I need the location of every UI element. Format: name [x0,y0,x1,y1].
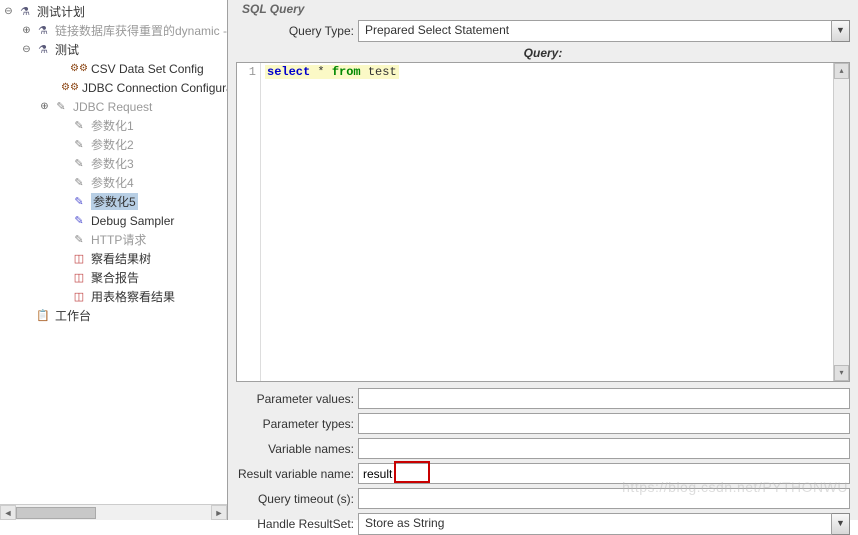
h-scrollbar[interactable]: ◄ ► [0,504,227,520]
toggle-icon[interactable]: ⊕ [40,102,49,111]
tree-label: 测试计划 [37,3,85,20]
query-timeout-label: Query timeout (s): [236,492,358,506]
sql-keyword: from [332,65,361,79]
chevron-down-icon[interactable]: ▼ [832,513,850,535]
tree-item-debug[interactable]: ✎ Debug Sampler [0,211,227,230]
tree-item-param5[interactable]: ✎ 参数化5 [0,192,227,211]
sql-keyword: select [267,65,310,79]
tree-root[interactable]: ⊖ ⚗ 测试计划 [0,2,227,21]
tree-item-table-results[interactable]: ◫ 用表格察看结果 [0,287,227,306]
query-label: Query: [236,46,850,60]
tree-item-jdbc-conn[interactable]: ⚙⚙ JDBC Connection Configurati [0,78,227,97]
tree-label: CSV Data Set Config [91,62,204,76]
tree-item-csv[interactable]: ⚙⚙ CSV Data Set Config [0,59,227,78]
dropdown-value: Prepared Select Statement [358,20,832,42]
line-gutter: 1 [237,63,261,381]
v-scrollbar[interactable]: ▴ ▾ [833,63,849,381]
tree-label: JDBC Request [73,100,152,114]
config-icon: ⚙⚙ [71,61,87,77]
tree-label: HTTP请求 [91,231,146,248]
scroll-up-icon[interactable]: ▴ [834,63,849,79]
scroll-right-icon[interactable]: ► [211,505,227,520]
query-timeout-input[interactable] [358,488,850,509]
listener-icon: ◫ [71,251,87,267]
tree-label: 参数化4 [91,174,134,191]
tree-item-param3[interactable]: ✎ 参数化3 [0,154,227,173]
scroll-track[interactable] [834,79,849,365]
tree-label: 参数化5 [91,193,138,210]
tree-item-aggregate[interactable]: ◫ 聚合报告 [0,268,227,287]
tree-label: 链接数据库获得重置的dynamic - [55,22,227,39]
sampler-icon: ✎ [71,213,87,229]
query-type-dropdown[interactable]: Prepared Select Statement ▼ [358,20,850,42]
tree-label: 察看结果树 [91,250,151,267]
content-panel: SQL Query Query Type: Prepared Select St… [228,0,858,520]
sql-editor[interactable]: 1 select * from test ▴ ▾ [236,62,850,382]
sampler-icon: ✎ [71,118,87,134]
variable-names-label: Variable names: [236,442,358,456]
sampler-icon: ✎ [71,232,87,248]
sampler-icon: ✎ [53,99,69,115]
param-values-input[interactable] [358,388,850,409]
scroll-track[interactable] [16,505,211,520]
sql-text: test [361,65,397,79]
scroll-down-icon[interactable]: ▾ [834,365,849,381]
toggle-icon[interactable]: ⊕ [22,26,31,35]
sql-text: * [310,65,332,79]
sampler-icon: ✎ [71,137,87,153]
handle-resultset-label: Handle ResultSet: [236,517,358,531]
result-var-label: Result variable name: [236,467,358,481]
tree-label: 测试 [55,41,79,58]
tree-item-param1[interactable]: ✎ 参数化1 [0,116,227,135]
toggle-icon[interactable]: ⊖ [4,7,13,16]
chevron-down-icon[interactable]: ▼ [832,20,850,42]
sampler-icon: ✎ [71,194,87,210]
tree-label: JDBC Connection Configurati [82,81,228,95]
result-var-input[interactable] [358,463,850,484]
tree-label: 参数化3 [91,155,134,172]
query-type-label: Query Type: [236,24,358,38]
tree-label: 参数化1 [91,117,134,134]
clipboard-icon: 📋 [35,308,51,324]
tree-item-jdbc-req[interactable]: ⊕ ✎ JDBC Request [0,97,227,116]
scroll-thumb[interactable] [16,507,96,519]
line-number: 1 [237,65,256,79]
param-types-label: Parameter types: [236,417,358,431]
dropdown-value: Store as String [358,513,832,535]
tree-item-dynamic[interactable]: ⊕ ⚗ 链接数据库获得重置的dynamic - [0,21,227,40]
flask-icon: ⚗ [17,4,33,20]
config-icon: ⚙⚙ [62,80,78,96]
tree-label: 工作台 [55,307,91,324]
listener-icon: ◫ [71,270,87,286]
tree-item-workbench[interactable]: 📋 工作台 [0,306,227,325]
scroll-left-icon[interactable]: ◄ [0,505,16,520]
tree-item-test[interactable]: ⊖ ⚗ 测试 [0,40,227,59]
tree-item-results-tree[interactable]: ◫ 察看结果树 [0,249,227,268]
tree-label: Debug Sampler [91,214,174,228]
tree-label: 参数化2 [91,136,134,153]
param-types-input[interactable] [358,413,850,434]
section-title: SQL Query [242,2,850,16]
tree-item-param4[interactable]: ✎ 参数化4 [0,173,227,192]
listener-icon: ◫ [71,289,87,305]
param-values-label: Parameter values: [236,392,358,406]
editor-area[interactable]: select * from test [261,63,833,381]
tree-label: 用表格察看结果 [91,288,175,305]
sampler-icon: ✎ [71,156,87,172]
flask-icon: ⚗ [35,42,51,58]
tree-item-param2[interactable]: ✎ 参数化2 [0,135,227,154]
variable-names-input[interactable] [358,438,850,459]
tree-label: 聚合报告 [91,269,139,286]
tree-item-http[interactable]: ✎ HTTP请求 [0,230,227,249]
tree-panel: ⊖ ⚗ 测试计划 ⊕ ⚗ 链接数据库获得重置的dynamic - ⊖ ⚗ 测试 … [0,0,228,520]
handle-resultset-dropdown[interactable]: Store as String ▼ [358,513,850,535]
flask-icon: ⚗ [35,23,51,39]
sampler-icon: ✎ [71,175,87,191]
toggle-icon[interactable]: ⊖ [22,45,31,54]
